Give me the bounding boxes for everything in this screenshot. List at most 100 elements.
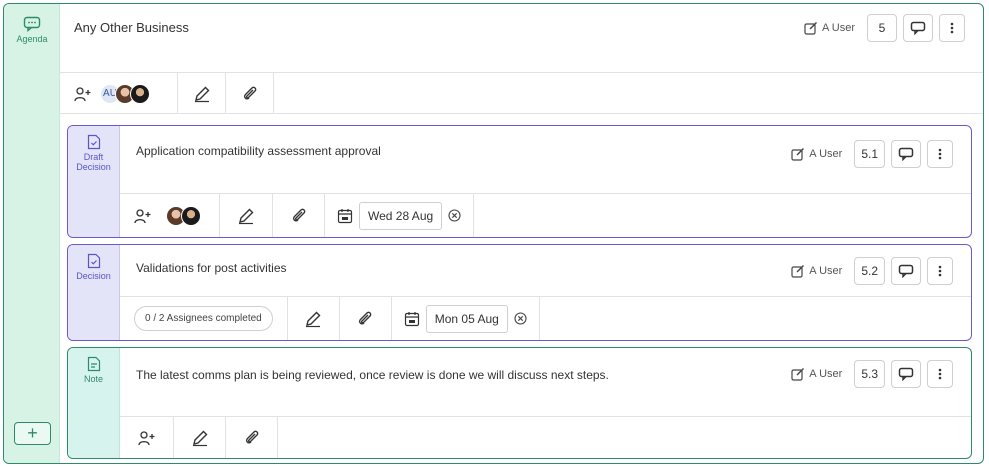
- user-name: A User: [821, 22, 855, 34]
- add-person-icon: [74, 86, 91, 101]
- avatar-photo: [181, 205, 201, 226]
- user-name: A User: [809, 368, 843, 380]
- type-label: Note: [83, 374, 103, 384]
- vertical-dots-icon: [938, 148, 942, 160]
- attach-button[interactable]: [340, 297, 392, 340]
- item-title: The latest comms plan is being reviewed,…: [136, 368, 609, 382]
- due-date-field[interactable]: Wed 28 Aug: [359, 201, 443, 230]
- agenda-label: Agenda: [16, 34, 48, 44]
- add-person-icon: [137, 430, 154, 445]
- item-type-draft-decision: Draft Decision: [68, 126, 120, 237]
- document-check-icon: [87, 253, 100, 269]
- comments-button[interactable]: [891, 257, 921, 285]
- type-label: Decision: [76, 162, 111, 172]
- type-label: Decision: [76, 271, 111, 281]
- sub-item-note: Note The latest comms plan is being revi…: [67, 347, 972, 459]
- vertical-dots-icon: [938, 368, 942, 380]
- clear-date-icon[interactable]: [448, 209, 461, 222]
- item-tools: A User 5.3: [791, 360, 953, 388]
- add-person-icon: [134, 208, 151, 223]
- comments-icon: [898, 264, 914, 278]
- note-document-icon: [87, 356, 100, 372]
- edit-button[interactable]: [288, 297, 340, 340]
- assignee-avatars: AU: [100, 83, 150, 104]
- speech-bubble-icon: [23, 16, 41, 32]
- comments-icon: [910, 21, 926, 35]
- assignees-cell[interactable]: [120, 194, 220, 237]
- sub-item-draft-decision: Draft Decision Application compatibility…: [67, 125, 972, 238]
- edit-icon: [791, 368, 805, 381]
- edit-button[interactable]: [220, 194, 273, 237]
- comments-icon: [898, 367, 914, 381]
- pencil-icon: [194, 86, 209, 102]
- item-toolbar: Wed 28 Aug: [120, 193, 971, 237]
- edit-button[interactable]: [174, 417, 226, 458]
- assignee-avatars: [166, 205, 201, 226]
- attach-button[interactable]: [226, 417, 278, 458]
- add-assignee-button[interactable]: [120, 417, 174, 458]
- type-label: Draft: [83, 152, 104, 162]
- item-toolbar: AU: [60, 72, 983, 114]
- comments-button[interactable]: [891, 360, 921, 388]
- item-number[interactable]: 5.3: [854, 360, 885, 388]
- assignees-progress-pill[interactable]: 0 / 2 Assignees completed: [134, 306, 273, 331]
- item-number[interactable]: 5.1: [854, 140, 885, 168]
- more-options-button[interactable]: [927, 257, 953, 285]
- pencil-icon: [306, 311, 321, 327]
- user-name: A User: [809, 265, 843, 277]
- document-check-icon: [87, 134, 100, 150]
- item-title: Application compatibility assessment app…: [136, 144, 381, 158]
- item-type-note: Note: [68, 348, 120, 458]
- paperclip-icon: [243, 86, 256, 100]
- due-date-cell: Mon 05 Aug: [392, 297, 540, 340]
- item-number[interactable]: 5: [867, 14, 897, 42]
- vertical-dots-icon: [950, 22, 954, 34]
- item-type-decision: Decision: [68, 245, 120, 340]
- comments-button[interactable]: [903, 14, 933, 42]
- edit-icon: [804, 22, 817, 35]
- item-toolbar: 0 / 2 Assignees completed Mon 05 Aug: [120, 296, 971, 340]
- item-tools: A User 5.1: [791, 140, 953, 168]
- comments-button[interactable]: [891, 140, 921, 168]
- item-tools: A User 5: [804, 14, 965, 42]
- avatar-photo: [130, 83, 150, 104]
- agenda-tab[interactable]: Agenda: [4, 10, 60, 44]
- clear-date-icon[interactable]: [514, 312, 527, 325]
- agenda-sidebar: Agenda +: [4, 4, 60, 463]
- due-date-field[interactable]: Mon 05 Aug: [425, 304, 508, 333]
- pencil-icon: [192, 430, 207, 446]
- item-tools: A User 5.2: [791, 257, 953, 285]
- comments-icon: [898, 147, 914, 161]
- pencil-icon: [239, 208, 254, 224]
- edited-by-user: A User: [804, 21, 855, 35]
- more-options-button[interactable]: [939, 14, 965, 42]
- due-date-cell: Wed 28 Aug: [325, 194, 475, 237]
- more-options-button[interactable]: [927, 360, 953, 388]
- edited-by-user: A User: [791, 367, 842, 381]
- assignees-cell[interactable]: AU: [60, 73, 178, 114]
- calendar-icon: [337, 208, 353, 223]
- vertical-dots-icon: [938, 265, 942, 277]
- edit-icon: [791, 265, 805, 278]
- paperclip-icon: [359, 311, 372, 325]
- agenda-panel: Agenda + Any Other Business A User 5 AU: [3, 3, 984, 464]
- attach-button[interactable]: [226, 73, 274, 114]
- add-item-button[interactable]: +: [14, 422, 51, 445]
- main-agenda-item: Any Other Business A User 5 AU: [60, 4, 983, 114]
- sub-item-decision: Decision Validations for post activities…: [67, 244, 972, 341]
- edited-by-user: A User: [791, 147, 842, 161]
- edit-icon: [791, 148, 805, 161]
- paperclip-icon: [292, 208, 305, 222]
- item-title: Validations for post activities: [136, 261, 287, 275]
- item-title: Any Other Business: [74, 20, 189, 35]
- paperclip-icon: [245, 430, 258, 444]
- item-toolbar: [120, 416, 971, 458]
- calendar-icon: [404, 311, 419, 326]
- edit-button[interactable]: [178, 73, 226, 114]
- edited-by-user: A User: [791, 264, 842, 278]
- attach-button[interactable]: [273, 194, 325, 237]
- more-options-button[interactable]: [927, 140, 953, 168]
- item-number[interactable]: 5.2: [854, 257, 885, 285]
- user-name: A User: [809, 148, 843, 160]
- assignees-progress-cell: 0 / 2 Assignees completed: [120, 297, 288, 340]
